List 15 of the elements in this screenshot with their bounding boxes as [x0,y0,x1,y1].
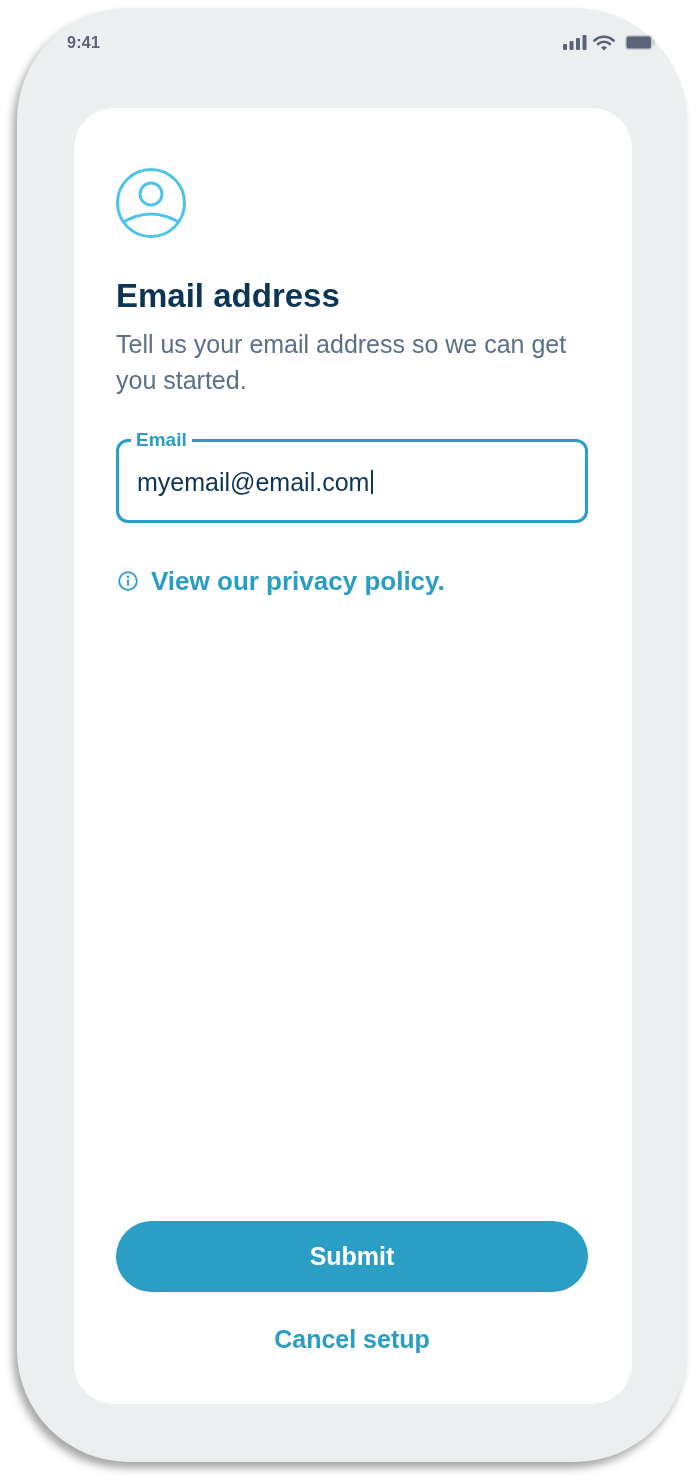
signal-icon [563,35,587,50]
screen-title: Email address [116,278,341,314]
battery-icon [625,35,655,50]
info-icon [118,571,138,591]
submit-button[interactable]: Submit [116,1221,588,1292]
status-time: 9:41 [67,32,101,53]
user-avatar-icon [116,168,186,238]
wifi-icon [593,34,615,51]
field-label: Email [136,430,187,450]
field-value: myemail@email.com [137,468,370,496]
screen-description: Tell us your email address so we can get you started. [116,329,568,396]
privacy-policy-link[interactable]: View our privacy policy. [116,567,445,595]
cancel-setup-link[interactable]: Cancel setup [274,1325,430,1353]
email-field[interactable]: Email myemail@email.com [116,430,588,523]
text-cursor-icon [371,470,374,494]
